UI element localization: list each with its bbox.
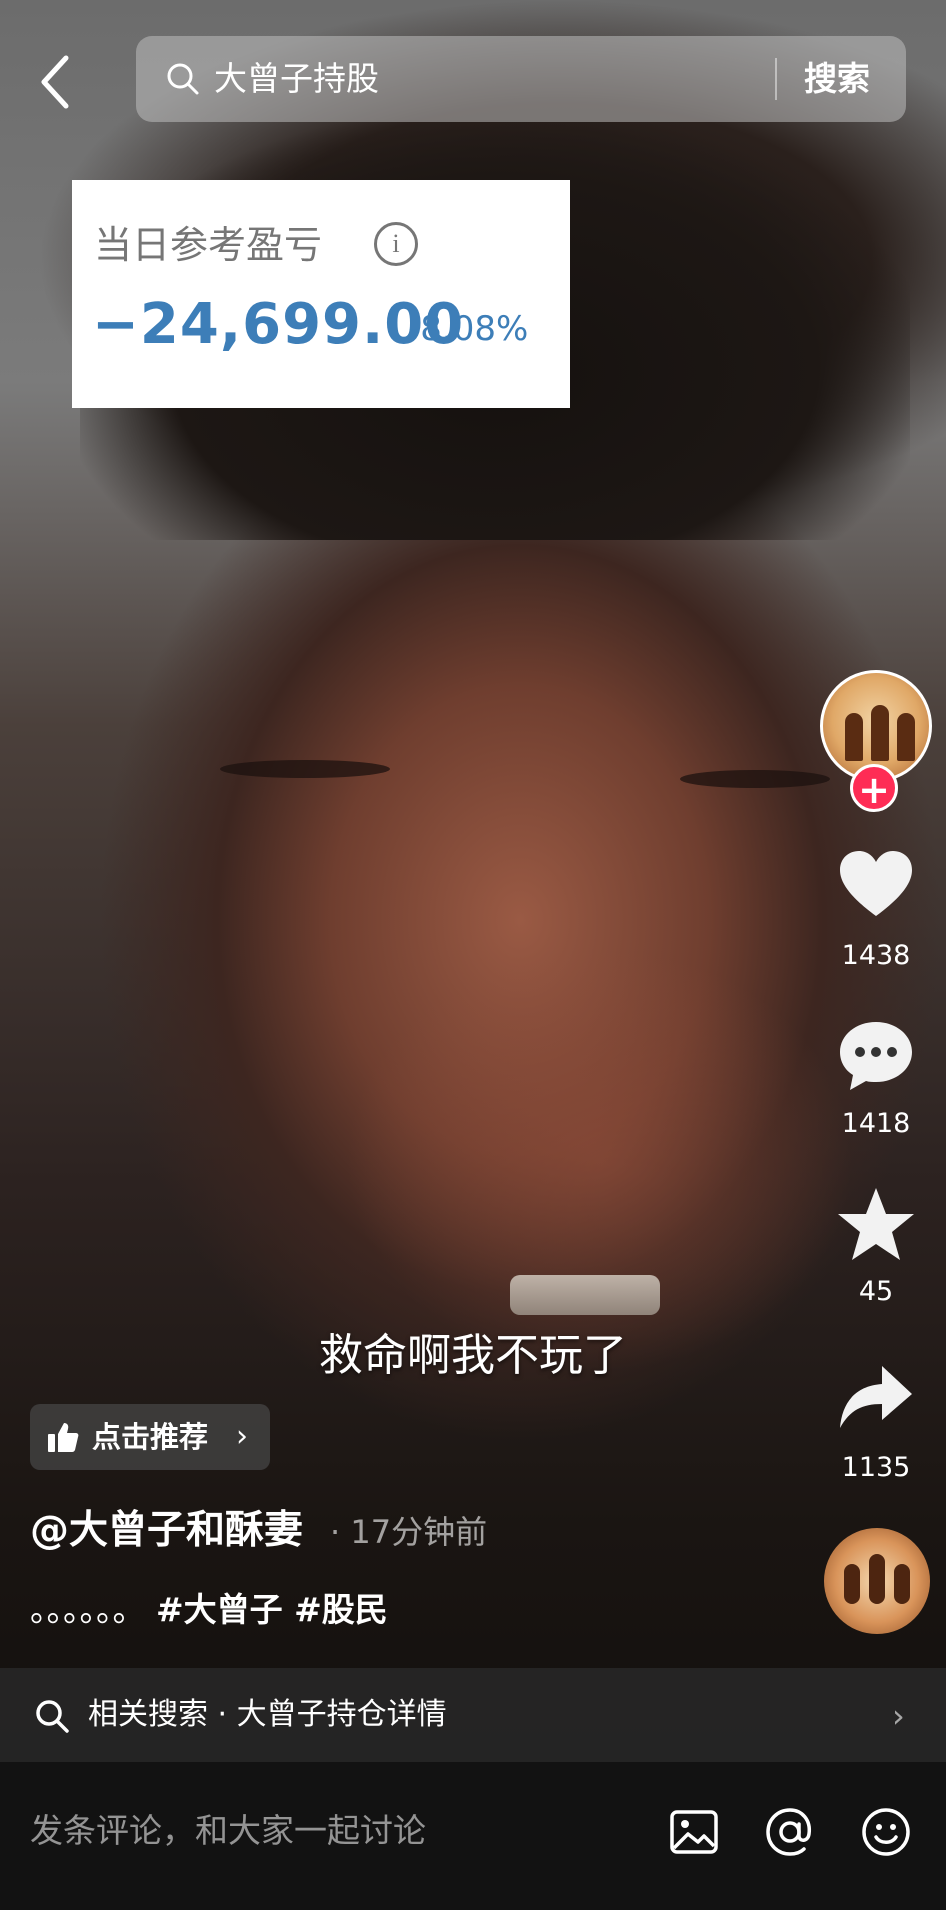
- avatar-figure: [897, 713, 915, 761]
- search-icon: [36, 1700, 69, 1733]
- favorite-button[interactable]: [836, 1184, 916, 1264]
- comment-input[interactable]: 发条评论，和大家一起讨论: [30, 1806, 426, 1856]
- disc-figure: [844, 1564, 860, 1604]
- video-teeth: [510, 1275, 660, 1315]
- search-divider: [775, 58, 777, 100]
- like-count: 1438: [841, 940, 911, 971]
- music-disc[interactable]: [824, 1528, 930, 1634]
- profit-loss-card: 当日参考盈亏 i −24,699.00 -8.08%: [72, 180, 570, 408]
- video-eye-left: [220, 760, 390, 778]
- comment-button[interactable]: [836, 1016, 916, 1096]
- image-button[interactable]: [666, 1804, 722, 1860]
- back-button[interactable]: [36, 52, 76, 112]
- heart-icon: [840, 851, 912, 916]
- back-icon: [41, 55, 69, 109]
- recommend-button[interactable]: 点击推荐 ›: [30, 1404, 270, 1470]
- star-icon: [838, 1188, 914, 1260]
- share-count: 1135: [841, 1452, 911, 1483]
- thumbs-up-icon: [48, 1423, 79, 1452]
- related-search-text: 相关搜索 · 大曾子持仓详情: [88, 1697, 447, 1732]
- image-icon: [670, 1810, 718, 1854]
- search-input[interactable]: 大曾子持股: [214, 56, 379, 102]
- search-button[interactable]: 搜索: [804, 56, 870, 102]
- search-bar[interactable]: 大曾子持股 搜索: [136, 36, 906, 122]
- post-time: · 17分钟前: [330, 1513, 488, 1551]
- comment-count: 1418: [841, 1108, 911, 1139]
- chevron-right-icon: ›: [892, 1697, 905, 1735]
- info-icon: i: [374, 222, 418, 266]
- avatar-figure: [871, 705, 889, 761]
- comment-bar: 发条评论，和大家一起讨论: [0, 1762, 946, 1910]
- caption-text: 。。。。。。: [30, 1590, 146, 1629]
- emoji-button[interactable]: [858, 1804, 914, 1860]
- chevron-right-icon: ›: [236, 1419, 248, 1454]
- author-name[interactable]: @大曾子和酥妻: [30, 1504, 303, 1558]
- video-eye-right: [680, 770, 830, 788]
- search-icon: [167, 63, 199, 95]
- profit-loss-label: 当日参考盈亏: [94, 223, 323, 267]
- follow-button[interactable]: +: [850, 764, 898, 812]
- avatar-figure: [845, 713, 863, 761]
- video-subtitle: 救命啊我不玩了: [319, 1330, 627, 1381]
- favorite-count: 45: [858, 1276, 894, 1307]
- disc-figure: [894, 1564, 910, 1604]
- post-caption: 。。。。。。 #大曾子 #股民: [30, 1586, 388, 1634]
- comment-icon: [840, 1022, 912, 1090]
- hashtags[interactable]: #大曾子 #股民: [156, 1590, 388, 1629]
- like-button[interactable]: [836, 846, 916, 926]
- emoji-icon: [862, 1808, 910, 1856]
- at-icon: [766, 1808, 811, 1856]
- mention-button[interactable]: [762, 1804, 818, 1860]
- related-search-bar[interactable]: 相关搜索 · 大曾子持仓详情 ›: [0, 1668, 946, 1762]
- profit-loss-percent: -8.08%: [408, 309, 529, 349]
- recommend-label: 点击推荐: [92, 1420, 209, 1454]
- disc-figure: [869, 1554, 885, 1604]
